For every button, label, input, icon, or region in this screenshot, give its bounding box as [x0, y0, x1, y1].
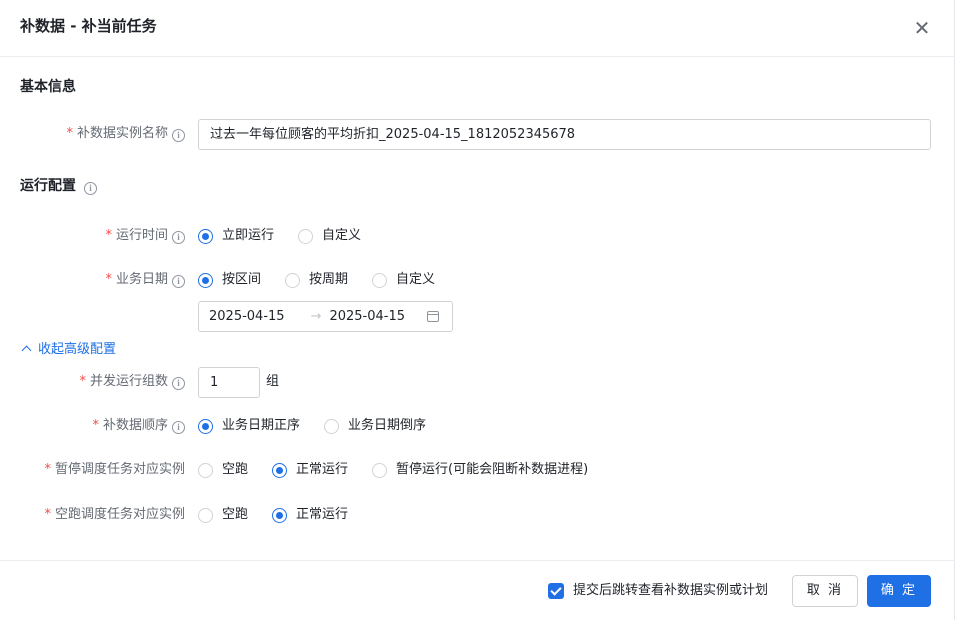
instance-name-input[interactable]: 过去一年每位顾客的平均折扣_2025-04-15_1812052345678: [198, 119, 931, 150]
date-end[interactable]: 2025-04-15: [329, 309, 405, 324]
radio-dot: [298, 228, 314, 244]
dialog-title: 补数据 - 补当前任务: [20, 17, 157, 35]
section-basic-info: 基本信息: [20, 79, 76, 95]
info-icon[interactable]: i: [84, 182, 97, 195]
radio-run-now[interactable]: 立即运行: [198, 226, 274, 246]
required-mark: *: [79, 374, 86, 389]
required-mark: *: [105, 228, 112, 243]
dialog-footer: 提交后跳转查看补数据实例或计划 取 消 确 定: [0, 560, 955, 620]
section-run-config: 运行配置 i: [20, 176, 97, 196]
order-label: * 补数据顺序 i: [92, 416, 185, 436]
radio-by-range[interactable]: 按区间: [198, 270, 261, 290]
radio-dot: [198, 462, 213, 478]
calendar-icon[interactable]: [427, 311, 439, 322]
required-mark: *: [44, 507, 51, 522]
run-time-radio-group: 立即运行 自定义: [198, 225, 385, 247]
run-time-label: * 运行时间 i: [105, 226, 185, 246]
radio-dot: [198, 228, 213, 244]
radio-dot: [272, 462, 288, 478]
backfill-dialog: 补数据 - 补当前任务 ✕ 基本信息 * 补数据实例名称 i 过去一年每位顾客的平均…: [0, 0, 955, 620]
instance-name-label: * 补数据实例名称 i: [66, 124, 185, 144]
required-mark: *: [92, 418, 99, 433]
info-icon[interactable]: i: [172, 275, 185, 288]
info-icon[interactable]: i: [172, 377, 185, 390]
radio-dot: [198, 507, 213, 523]
radio-by-period[interactable]: 按周期: [285, 270, 348, 290]
order-radio-group: 业务日期正序 业务日期倒序: [198, 415, 450, 437]
concurrency-unit: 组: [266, 374, 280, 389]
dialog-header: 补数据 - 补当前任务 ✕: [0, 0, 955, 57]
radio-dryrun-dryrun[interactable]: 空跑: [198, 505, 248, 525]
concurrency-label: * 并发运行组数 i: [79, 372, 185, 392]
required-mark: *: [66, 126, 73, 141]
radio-dot: [198, 418, 213, 434]
date-range-picker[interactable]: 2025-04-15 → 2025-04-15: [198, 301, 453, 332]
concurrency-input[interactable]: 1: [198, 367, 260, 398]
radio-order-desc[interactable]: 业务日期倒序: [324, 416, 426, 436]
radio-paused-dryrun[interactable]: 空跑: [198, 460, 248, 480]
info-icon[interactable]: i: [172, 421, 185, 434]
confirm-button[interactable]: 确 定: [867, 575, 931, 607]
chevron-up-icon: [21, 345, 32, 356]
jump-after-submit-label[interactable]: 提交后跳转查看补数据实例或计划: [573, 581, 768, 601]
biz-date-radio-group: 按区间 按周期 自定义: [198, 269, 459, 291]
dryrun-radio-group: 空跑 正常运行: [198, 504, 372, 526]
close-icon[interactable]: ✕: [911, 17, 933, 39]
info-icon[interactable]: i: [172, 231, 185, 244]
radio-run-custom[interactable]: 自定义: [298, 226, 361, 246]
date-start[interactable]: 2025-04-15: [209, 309, 285, 324]
paused-label: * 暂停调度任务对应实例: [44, 462, 185, 477]
radio-paused-pause[interactable]: 暂停运行(可能会阻断补数据进程): [372, 460, 588, 480]
radio-dryrun-normal[interactable]: 正常运行: [272, 505, 348, 525]
required-mark: *: [44, 462, 51, 477]
jump-after-submit-checkbox[interactable]: [548, 583, 564, 599]
dryrun-label: * 空跑调度任务对应实例: [44, 507, 185, 522]
required-mark: *: [105, 272, 112, 287]
radio-dot: [324, 418, 340, 434]
radio-order-asc[interactable]: 业务日期正序: [198, 416, 300, 436]
range-arrow-icon: →: [310, 309, 322, 324]
cancel-button[interactable]: 取 消: [792, 575, 858, 607]
radio-dot: [372, 462, 388, 478]
paused-radio-group: 空跑 正常运行 暂停运行(可能会阻断补数据进程): [198, 459, 612, 481]
info-icon[interactable]: i: [172, 129, 185, 142]
radio-by-custom[interactable]: 自定义: [372, 270, 435, 290]
radio-dot: [285, 272, 301, 288]
radio-dot: [272, 507, 288, 523]
radio-paused-normal[interactable]: 正常运行: [272, 460, 348, 480]
radio-dot: [198, 272, 213, 288]
radio-dot: [372, 272, 388, 288]
collapse-advanced-link[interactable]: 收起高级配置: [20, 340, 116, 360]
biz-date-label: * 业务日期 i: [105, 270, 185, 290]
